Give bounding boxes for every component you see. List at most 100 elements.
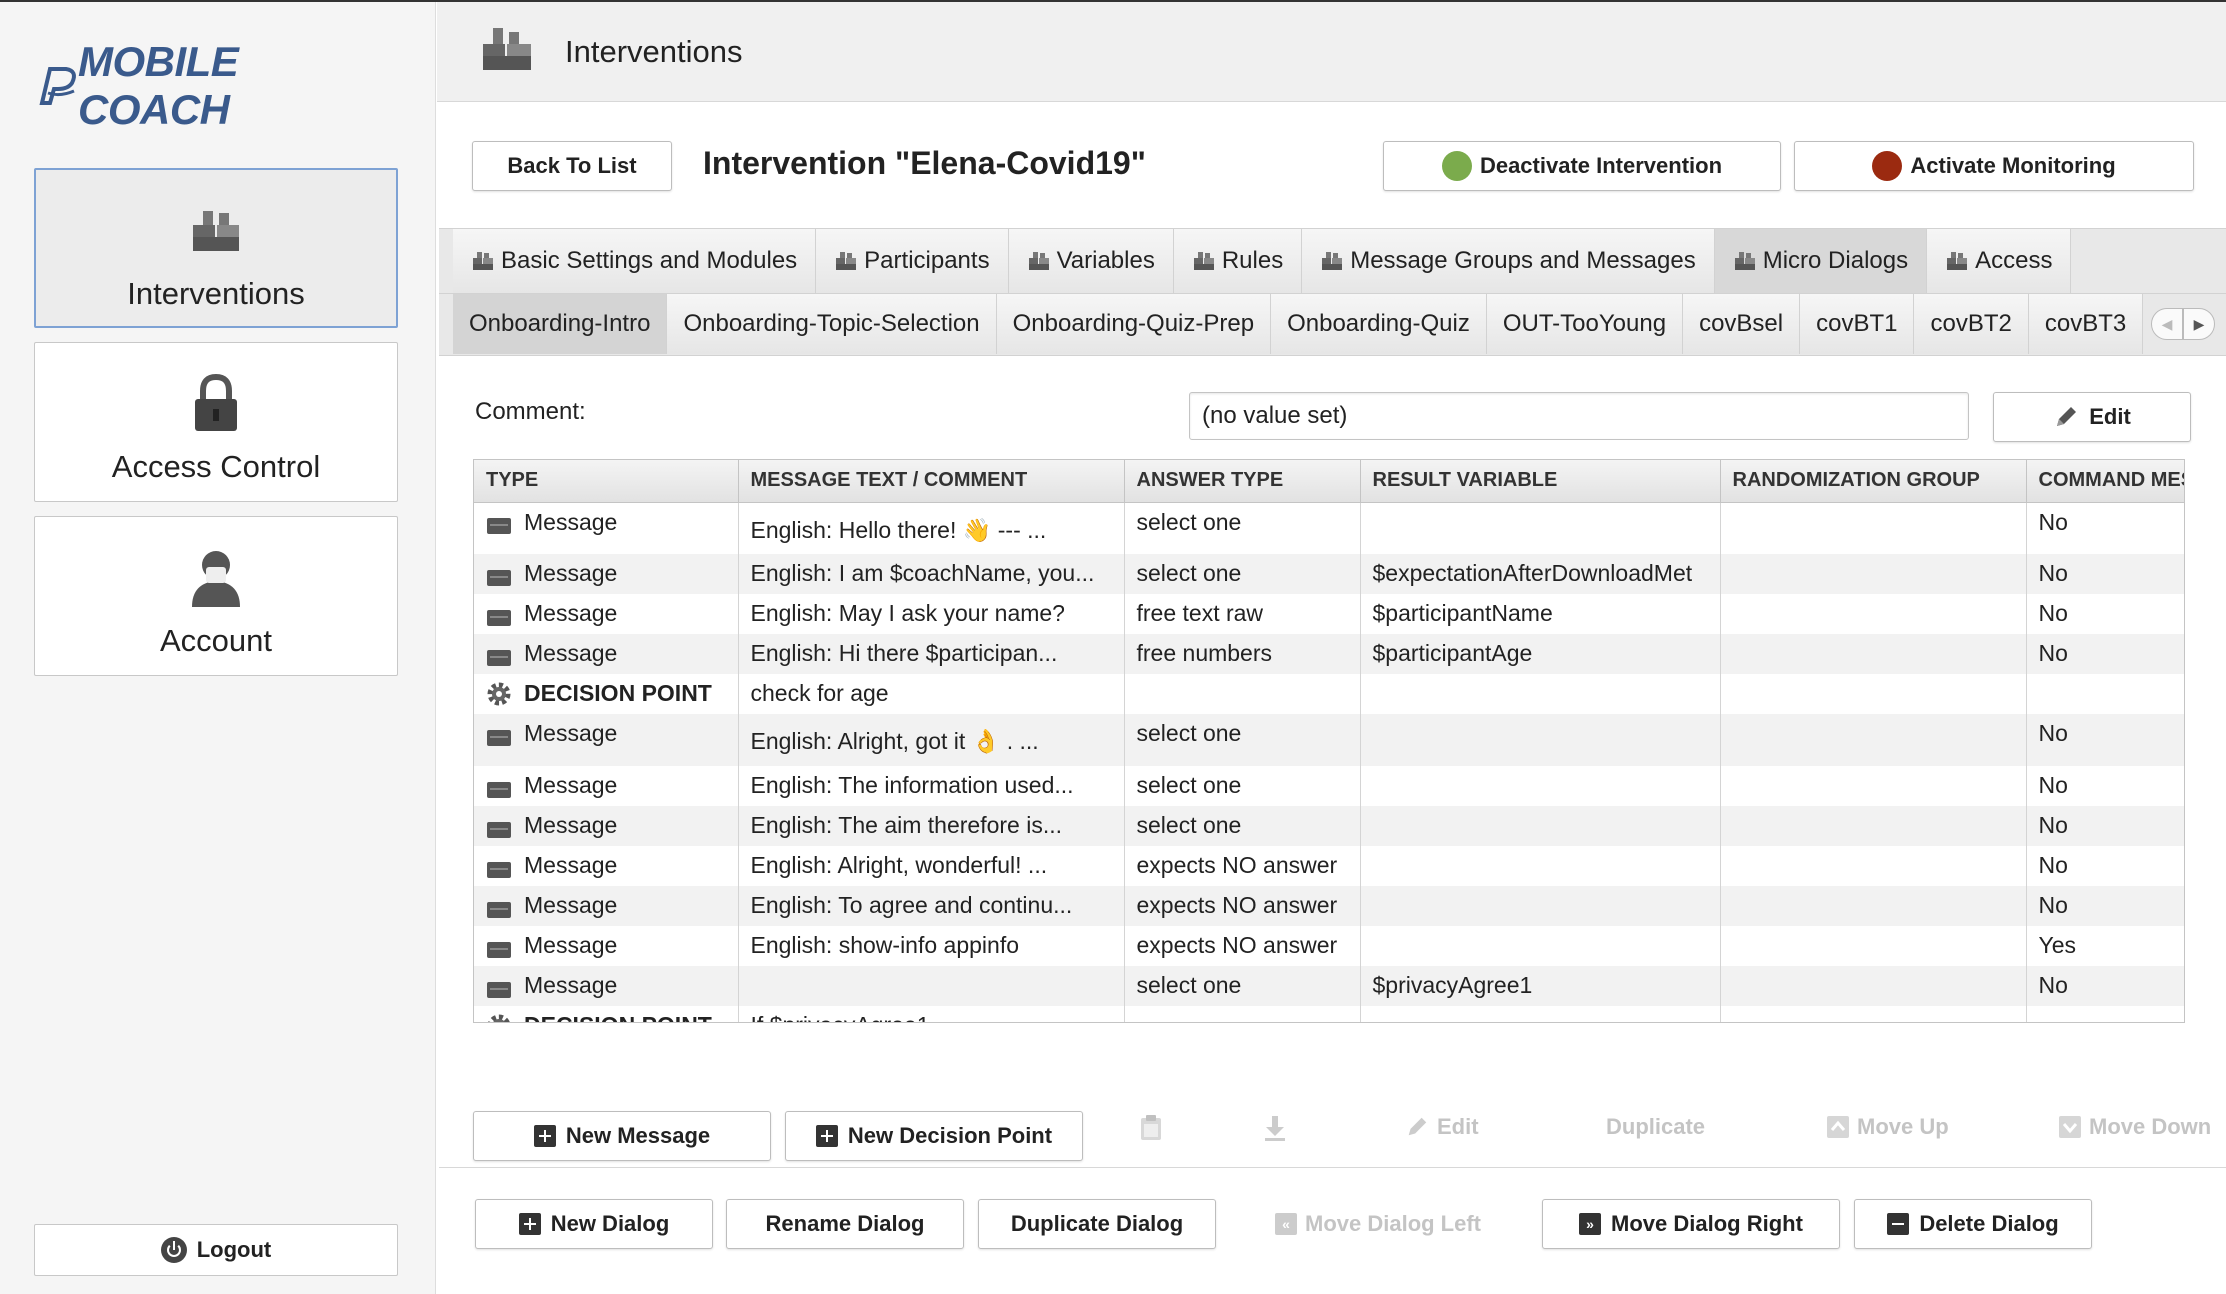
download-button[interactable] [1263, 1114, 1295, 1142]
type-cell: Message [474, 634, 739, 674]
dialog-tab-onboarding-quiz-prep[interactable]: Onboarding-Quiz-Prep [996, 294, 1272, 354]
randomization-group-cell [1720, 846, 2027, 886]
new-message-button[interactable]: New Message [473, 1111, 771, 1161]
move-dialog-left-button[interactable]: « Move Dialog Left [1275, 1211, 1481, 1237]
message-row[interactable]: Message English: Alright, wonderful! ... e… [474, 846, 2184, 886]
sidebar-item-account[interactable]: Account [34, 516, 398, 676]
dialog-tab-onboarding-intro[interactable]: Onboarding-Intro [453, 294, 668, 354]
power-icon [160, 1237, 187, 1263]
puzzle-icon [834, 249, 858, 273]
randomization-group-cell [1720, 886, 2027, 926]
command-message-cell [2026, 674, 2184, 714]
puzzle-icon [1192, 249, 1216, 273]
activate-monitoring-button[interactable]: Activate Monitoring [1794, 141, 2194, 191]
randomization-group-cell [1720, 1006, 2027, 1022]
message-text-cell: English: The aim therefore is... [738, 806, 1125, 846]
dialog-tab-onboarding-quiz[interactable]: Onboarding-Quiz [1271, 294, 1487, 354]
logo: MOBILE COACH [36, 38, 396, 133]
type-label: Message [524, 812, 618, 838]
dialog-tabs: Onboarding-Intro Onboarding-Topic-Selecti… [439, 294, 2226, 356]
puzzle-icon [479, 24, 535, 80]
column-header-result-variable[interactable]: RESULT VARIABLE [1360, 460, 1721, 503]
activate-monitoring-label: Activate Monitoring [1910, 153, 2116, 178]
edit-slide-button[interactable]: Edit [1405, 1114, 1479, 1140]
command-message-cell: Yes [2026, 926, 2184, 966]
tab-micro-dialogs[interactable]: Micro Dialogs [1714, 229, 1928, 293]
back-to-list-label: Back To List [507, 153, 637, 178]
decision-point-row[interactable]: DECISION POINT check for age [474, 674, 2184, 714]
message-row[interactable]: Message select one $privacyAgree1 No [474, 966, 2184, 1006]
download-icon [1263, 1114, 1287, 1142]
result-variable-cell [1360, 806, 1721, 846]
decision-point-row[interactable]: DECISION POINT If $privacyAgree1 [474, 1006, 2184, 1022]
message-row[interactable]: Message English: Hi there $participan... f… [474, 634, 2184, 674]
logout-button[interactable]: Logout [34, 1224, 398, 1276]
message-row[interactable]: Message English: The information used... s… [474, 766, 2184, 806]
randomization-group-cell [1720, 674, 2027, 714]
dialog-tab-out-tooyoung[interactable]: OUT-TooYoung [1486, 294, 1684, 354]
envelope-icon [486, 781, 512, 798]
deactivate-intervention-button[interactable]: Deactivate Intervention [1383, 141, 1781, 191]
sidebar-item-interventions[interactable]: Interventions [34, 168, 398, 328]
type-cell: Message [474, 766, 739, 806]
tab-variables[interactable]: Variables [1008, 229, 1174, 293]
randomization-group-cell [1720, 966, 2027, 1006]
arrow-down-icon [2059, 1116, 2081, 1138]
message-row[interactable]: Message English: I am $coachName, you... s… [474, 554, 2184, 594]
answer-type-cell: select one [1124, 806, 1361, 846]
message-row[interactable]: Message English: May I ask your name? free… [474, 594, 2184, 634]
envelope-icon [486, 821, 512, 838]
column-header-answer-type[interactable]: ANSWER TYPE [1124, 460, 1361, 503]
dialog-tab-covbt1[interactable]: covBT1 [1800, 294, 1915, 354]
randomization-group-cell [1720, 806, 2027, 846]
move-up-button[interactable]: Move Up [1827, 1114, 1949, 1140]
sidebar-item-access-control[interactable]: Access Control [34, 342, 398, 502]
envelope-icon [486, 981, 512, 998]
column-header-randomization-group[interactable]: RANDOMIZATION GROUP [1720, 460, 2027, 503]
duplicate-button[interactable]: Duplicate [1606, 1114, 1705, 1140]
new-decision-point-button[interactable]: New Decision Point [785, 1111, 1083, 1161]
dialog-tab-covbt3[interactable]: covBT3 [2028, 294, 2144, 354]
paste-button[interactable] [1139, 1114, 1171, 1142]
dialog-tab-onboarding-topic-selection[interactable]: Onboarding-Topic-Selection [667, 294, 997, 354]
rename-dialog-button[interactable]: Rename Dialog [726, 1199, 964, 1249]
column-header-type[interactable]: TYPE [474, 460, 739, 503]
scroll-right-button[interactable]: ▶ [2183, 308, 2215, 340]
move-down-button[interactable]: Move Down [2059, 1114, 2211, 1140]
puzzle-icon [471, 249, 495, 273]
message-text-cell: English: Alright, wonderful! ... [738, 846, 1125, 886]
tab-access[interactable]: Access [1927, 229, 2072, 293]
dialog-tab-covbsel[interactable]: covBsel [1683, 294, 1801, 354]
column-header-message-text[interactable]: MESSAGE TEXT / COMMENT [738, 460, 1125, 503]
column-header-command-message[interactable]: COMMAND MESSAGE [2026, 460, 2184, 503]
comment-field[interactable] [1189, 392, 1969, 440]
type-cell: DECISION POINT [474, 1006, 739, 1022]
move-dialog-right-button[interactable]: » Move Dialog Right [1542, 1199, 1840, 1249]
message-row[interactable]: Message English: The aim therefore is... s… [474, 806, 2184, 846]
envelope-icon [486, 569, 512, 586]
duplicate-dialog-button[interactable]: Duplicate Dialog [978, 1199, 1216, 1249]
message-text-cell: If $privacyAgree1 [738, 1006, 1125, 1022]
result-variable-cell: $participantName [1360, 594, 1721, 634]
type-label: DECISION POINT [524, 680, 712, 706]
message-row[interactable]: Message English: Alright, got it 👌 . ... s… [474, 714, 2184, 766]
dialog-tab-covbt2[interactable]: covBT2 [1914, 294, 2029, 354]
type-label: Message [524, 932, 618, 958]
new-dialog-button[interactable]: New Dialog [475, 1199, 713, 1249]
result-variable-cell [1360, 886, 1721, 926]
tab-basic-settings-and-modules[interactable]: Basic Settings and Modules [453, 229, 817, 293]
scroll-left-button[interactable]: ◀ [2151, 308, 2183, 340]
tab-rules[interactable]: Rules [1173, 229, 1303, 293]
answer-type-cell: expects NO answer [1124, 926, 1361, 966]
tab-participants[interactable]: Participants [816, 229, 1009, 293]
message-row[interactable]: Message English: To agree and continu... e… [474, 886, 2184, 926]
result-variable-cell [1360, 846, 1721, 886]
envelope-icon [486, 941, 512, 958]
message-row[interactable]: Message English: show-info appinfo expects… [474, 926, 2184, 966]
message-text-cell: English: May I ask your name? [738, 594, 1125, 634]
back-to-list-button[interactable]: Back To List [472, 141, 672, 191]
edit-comment-button[interactable]: Edit [1993, 392, 2191, 442]
tab-message-groups-and-messages[interactable]: Message Groups and Messages [1302, 229, 1715, 293]
message-row[interactable]: Message English: Hello there! 👋 --- ... se… [474, 502, 2184, 554]
delete-dialog-button[interactable]: Delete Dialog [1854, 1199, 2092, 1249]
